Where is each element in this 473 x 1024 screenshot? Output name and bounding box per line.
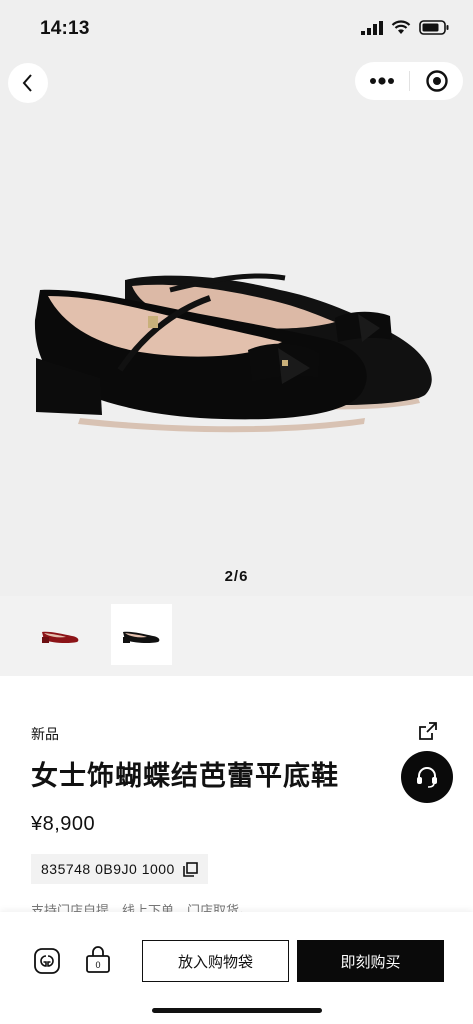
thumbnail-strip (0, 596, 473, 676)
signal-icon (361, 20, 383, 35)
product-price: ¥8,900 (31, 813, 96, 835)
bottom-action-bar: 0 放入购物袋 即刻购买 (0, 912, 473, 1024)
mini-program-capsule (355, 62, 463, 100)
sku-box[interactable]: 835748 0B9J0 1000 (31, 854, 208, 884)
product-image (34, 273, 432, 433)
more-icon (370, 77, 394, 85)
share-icon[interactable] (417, 720, 439, 742)
thumbnail-black-shoe[interactable] (111, 604, 172, 665)
shopping-bag-icon[interactable]: 0 (85, 946, 111, 974)
product-title: 女士饰蝴蝶结芭蕾平底鞋 (31, 761, 339, 791)
customer-service-button[interactable] (401, 751, 453, 803)
buy-now-button[interactable]: 即刻购买 (297, 940, 444, 982)
product-info: 新品 女士饰蝴蝶结芭蕾平底鞋 ¥8,900 835748 0B9J0 1000 … (0, 676, 473, 918)
black-shoe-thumbnail (122, 631, 159, 643)
status-time: 14:13 (40, 18, 90, 39)
new-badge: 新品 (31, 726, 59, 742)
red-shoe-thumbnail (41, 631, 78, 643)
wifi-icon (391, 20, 411, 34)
home-indicator (152, 1008, 322, 1013)
status-bar: 14:13 (0, 0, 473, 56)
headset-icon (417, 767, 437, 788)
sku-code: 835748 0B9J0 1000 (41, 861, 175, 877)
back-icon (22, 74, 32, 92)
back-button[interactable] (8, 63, 48, 103)
close-program-button[interactable] (410, 62, 463, 100)
battery-icon (419, 20, 449, 35)
thumbnail-red-shoe[interactable] (30, 604, 91, 665)
add-to-cart-button[interactable]: 放入购物袋 (142, 940, 289, 982)
more-button[interactable] (355, 62, 409, 100)
gallery-pager: 2/6 (224, 568, 249, 585)
target-icon (425, 70, 448, 92)
gucci-logo-icon[interactable] (34, 948, 60, 974)
copy-icon[interactable] (183, 861, 198, 877)
status-icons (361, 20, 449, 35)
bag-count: 0 (95, 960, 100, 970)
